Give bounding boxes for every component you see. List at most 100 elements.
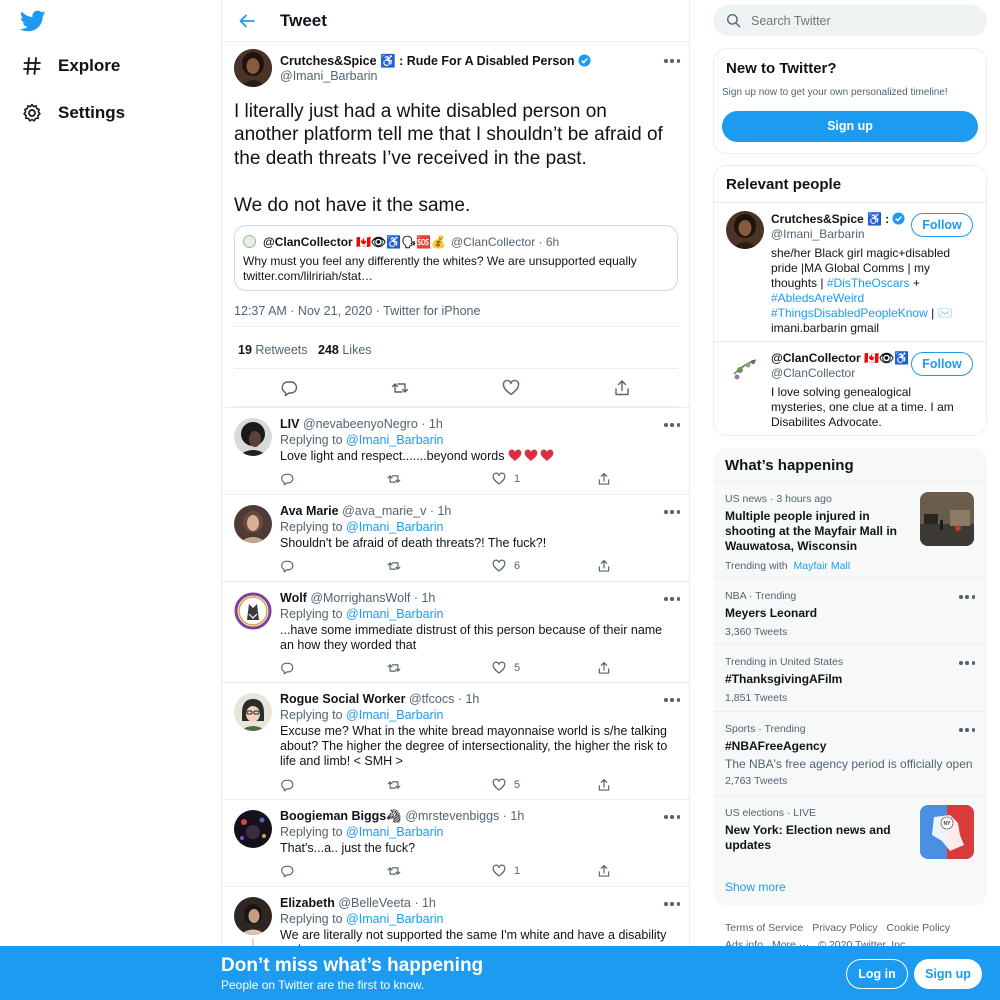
author-name[interactable]: Crutches&Spice ♿ : Rude For A Disabled P… <box>280 54 591 69</box>
signup-button[interactable]: Sign up <box>722 111 978 142</box>
like-icon[interactable] <box>502 379 520 397</box>
reply-icon[interactable] <box>280 379 298 397</box>
replying-to-link[interactable]: @Imani_Barbarin <box>346 825 443 839</box>
replying-to-link[interactable]: @Imani_Barbarin <box>346 912 443 926</box>
avatar[interactable] <box>234 592 272 630</box>
like-icon[interactable] <box>492 778 506 792</box>
reply-author-name[interactable]: Elizabeth <box>280 896 335 910</box>
reply-tweet[interactable]: Wolf @MorrighansWolf · 1h Replying to @Im… <box>222 581 689 682</box>
share-icon[interactable] <box>597 864 611 878</box>
share-icon[interactable] <box>597 778 611 792</box>
reply-author-name[interactable]: Ava Marie <box>280 504 339 518</box>
reply-handle[interactable]: @MorrighansWolf <box>310 591 410 605</box>
more-options-icon[interactable] <box>664 59 680 63</box>
avatar[interactable] <box>234 49 272 87</box>
more-options-icon[interactable] <box>664 597 680 601</box>
follow-button[interactable]: Follow <box>911 213 973 237</box>
login-button[interactable]: Log in <box>846 959 908 989</box>
avatar[interactable] <box>726 350 764 388</box>
reply-author-name[interactable]: Boogieman Biggs🦓 <box>280 809 402 823</box>
share-icon[interactable] <box>597 559 611 573</box>
tweet-timestamp[interactable]: 12:37 AM · Nov 21, 2020 · Twitter for iP… <box>234 304 480 318</box>
replying-to-link[interactable]: @Imani_Barbarin <box>346 607 443 621</box>
avatar[interactable] <box>726 211 764 249</box>
likes-stat[interactable]: 248 Likes <box>318 343 372 357</box>
follow-button[interactable]: Follow <box>911 352 973 376</box>
hashtag-link[interactable]: #ThingsDisabledPeopleKnow <box>771 306 928 320</box>
avatar[interactable] <box>234 418 272 456</box>
reply-time: · 1h <box>421 417 443 431</box>
reply-tweet[interactable]: Boogieman Biggs🦓 @mrstevenbiggs · 1h Repl… <box>222 799 689 886</box>
avatar[interactable] <box>234 897 272 935</box>
reply-icon[interactable] <box>280 864 294 878</box>
share-icon[interactable] <box>597 472 611 486</box>
replying-to-link[interactable]: @Imani_Barbarin <box>346 433 443 447</box>
retweet-icon[interactable] <box>387 864 401 878</box>
trend-item[interactable]: Sports · Trending #NBAFreeAgency The NBA… <box>713 711 987 794</box>
reply-handle[interactable]: @nevabeenyoNegro <box>303 417 418 431</box>
more-options-icon[interactable] <box>664 698 680 702</box>
reply-handle[interactable]: @mrstevenbiggs <box>405 809 499 823</box>
share-icon[interactable] <box>597 661 611 675</box>
gear-icon <box>23 103 41 122</box>
like-icon[interactable] <box>492 864 506 878</box>
like-icon[interactable] <box>492 661 506 675</box>
avatar[interactable] <box>234 810 272 848</box>
search-input[interactable] <box>751 11 971 30</box>
reply-handle[interactable]: @BelleVeeta <box>338 896 410 910</box>
avatar[interactable] <box>234 505 272 543</box>
retweet-icon[interactable] <box>387 559 401 573</box>
show-more-link[interactable]: Show more <box>725 880 786 894</box>
trend-item[interactable]: US elections · LIVE New York: Election n… <box>713 795 987 867</box>
replying-to-link[interactable]: @Imani_Barbarin <box>346 520 443 534</box>
more-options-icon[interactable] <box>959 728 975 732</box>
more-options-icon[interactable] <box>959 661 975 665</box>
reply-tweet[interactable]: Ava Marie @ava_marie_v · 1h Replying to @… <box>222 494 689 581</box>
retweet-icon[interactable] <box>387 472 401 486</box>
nav-settings[interactable]: Settings <box>22 101 125 125</box>
reply-icon[interactable] <box>280 472 294 486</box>
like-icon[interactable] <box>492 472 506 486</box>
back-arrow-icon[interactable] <box>238 12 256 30</box>
more-options-icon[interactable] <box>664 423 680 427</box>
reply-icon[interactable] <box>280 559 294 573</box>
like-icon[interactable] <box>492 559 506 573</box>
hashtag-link[interactable]: #DisTheOscars <box>827 276 910 290</box>
retweet-icon[interactable] <box>387 661 401 675</box>
reply-tweet[interactable]: LIV @nevabeenyoNegro · 1h Replying to @Im… <box>222 407 689 494</box>
more-options-icon[interactable] <box>959 595 975 599</box>
reply-handle[interactable]: @tfcocs <box>409 692 454 706</box>
trend-item[interactable]: US news · 3 hours ago Multiple people in… <box>713 481 987 576</box>
replying-to-link[interactable]: @Imani_Barbarin <box>346 708 443 722</box>
reply-icon[interactable] <box>280 778 294 792</box>
trend-item[interactable]: Trending in United States #ThanksgivingA… <box>713 644 987 710</box>
trend-item[interactable]: NBA · Trending Meyers Leonard 3,360 Twee… <box>713 577 987 643</box>
reply-icon[interactable] <box>280 661 294 675</box>
footer-link[interactable]: Privacy Policy <box>812 922 877 934</box>
author-handle[interactable]: @Imani_Barbarin <box>280 69 377 83</box>
more-options-icon[interactable] <box>664 902 680 906</box>
avatar[interactable] <box>234 693 272 731</box>
relevant-person[interactable]: @ClanCollector 🇨🇦👁♿ @ClanCollector Follo… <box>714 341 986 435</box>
retweet-icon[interactable] <box>391 379 409 397</box>
reply-tweet[interactable]: Rogue Social Worker @tfcocs · 1h Replying… <box>222 682 689 799</box>
nav-explore[interactable]: Explore <box>22 54 120 78</box>
retweets-stat[interactable]: 19 Retweets <box>238 343 308 357</box>
share-icon[interactable] <box>613 379 631 397</box>
reply-handle[interactable]: @ava_marie_v <box>342 504 426 518</box>
quoted-tweet[interactable]: @ClanCollector 🇨🇦👁♿🗣🆘💰 @ClanCollector · … <box>234 225 678 291</box>
footer-link[interactable]: Terms of Service <box>725 922 803 934</box>
more-options-icon[interactable] <box>664 815 680 819</box>
reply-author-name[interactable]: LIV <box>280 417 299 431</box>
twitter-logo-icon[interactable] <box>20 8 46 34</box>
reply-author-name[interactable]: Rogue Social Worker <box>280 692 406 706</box>
reply-author-name[interactable]: Wolf <box>280 591 307 605</box>
hashtag-link[interactable]: #AbledsAreWeird <box>771 291 864 305</box>
relevant-person[interactable]: Crutches&Spice ♿ : @Imani_Barbarin Follo… <box>714 202 986 340</box>
trend-title: #ThanksgivingAFilm <box>725 672 843 686</box>
trend-link[interactable]: Mayfair Mall <box>794 560 851 572</box>
retweet-icon[interactable] <box>387 778 401 792</box>
footer-link[interactable]: Cookie Policy <box>887 922 951 934</box>
more-options-icon[interactable] <box>664 510 680 514</box>
banner-signup-button[interactable]: Sign up <box>914 959 982 989</box>
